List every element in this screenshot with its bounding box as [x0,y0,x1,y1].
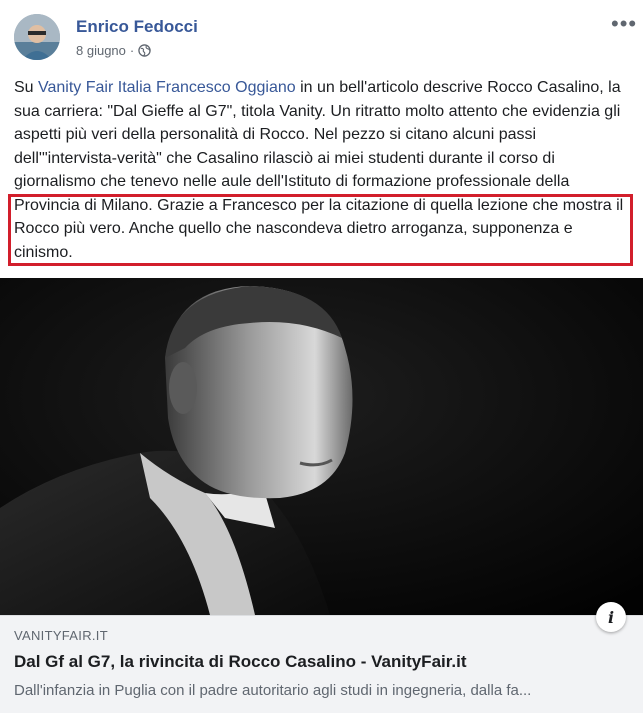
link-preview-card[interactable]: VANITYFAIR.IT Dal Gf al G7, la rivincita… [0,615,643,713]
more-options-icon[interactable]: ••• [611,13,637,35]
highlight-annotation [8,194,633,266]
link-domain: VANITYFAIR.IT [14,628,108,643]
portrait-image [0,278,643,615]
avatar[interactable] [14,14,60,60]
author-mention-link[interactable]: Francesco Oggiano [156,79,296,96]
article-photo[interactable] [0,278,643,615]
post-header: Enrico Fedocci 8 giugno · ••• [0,0,643,70]
info-icon[interactable]: i [596,602,626,632]
vanity-fair-link[interactable]: Vanity Fair Italia [38,79,152,96]
avatar-image [14,14,60,60]
link-description: Dall'infanzia in Puglia con il padre aut… [14,682,532,699]
post-text-part: Su [14,79,39,96]
post-meta: 8 giugno · [76,43,151,58]
link-title[interactable]: Dal Gf al G7, la rivincita di Rocco Casa… [14,652,467,672]
post-date[interactable]: 8 giugno [76,43,126,58]
meta-separator: · [129,43,135,58]
author-name[interactable]: Enrico Fedocci [76,17,198,37]
globe-icon [138,44,151,57]
facebook-post: Enrico Fedocci 8 giugno · ••• Su Vanity … [0,0,643,713]
